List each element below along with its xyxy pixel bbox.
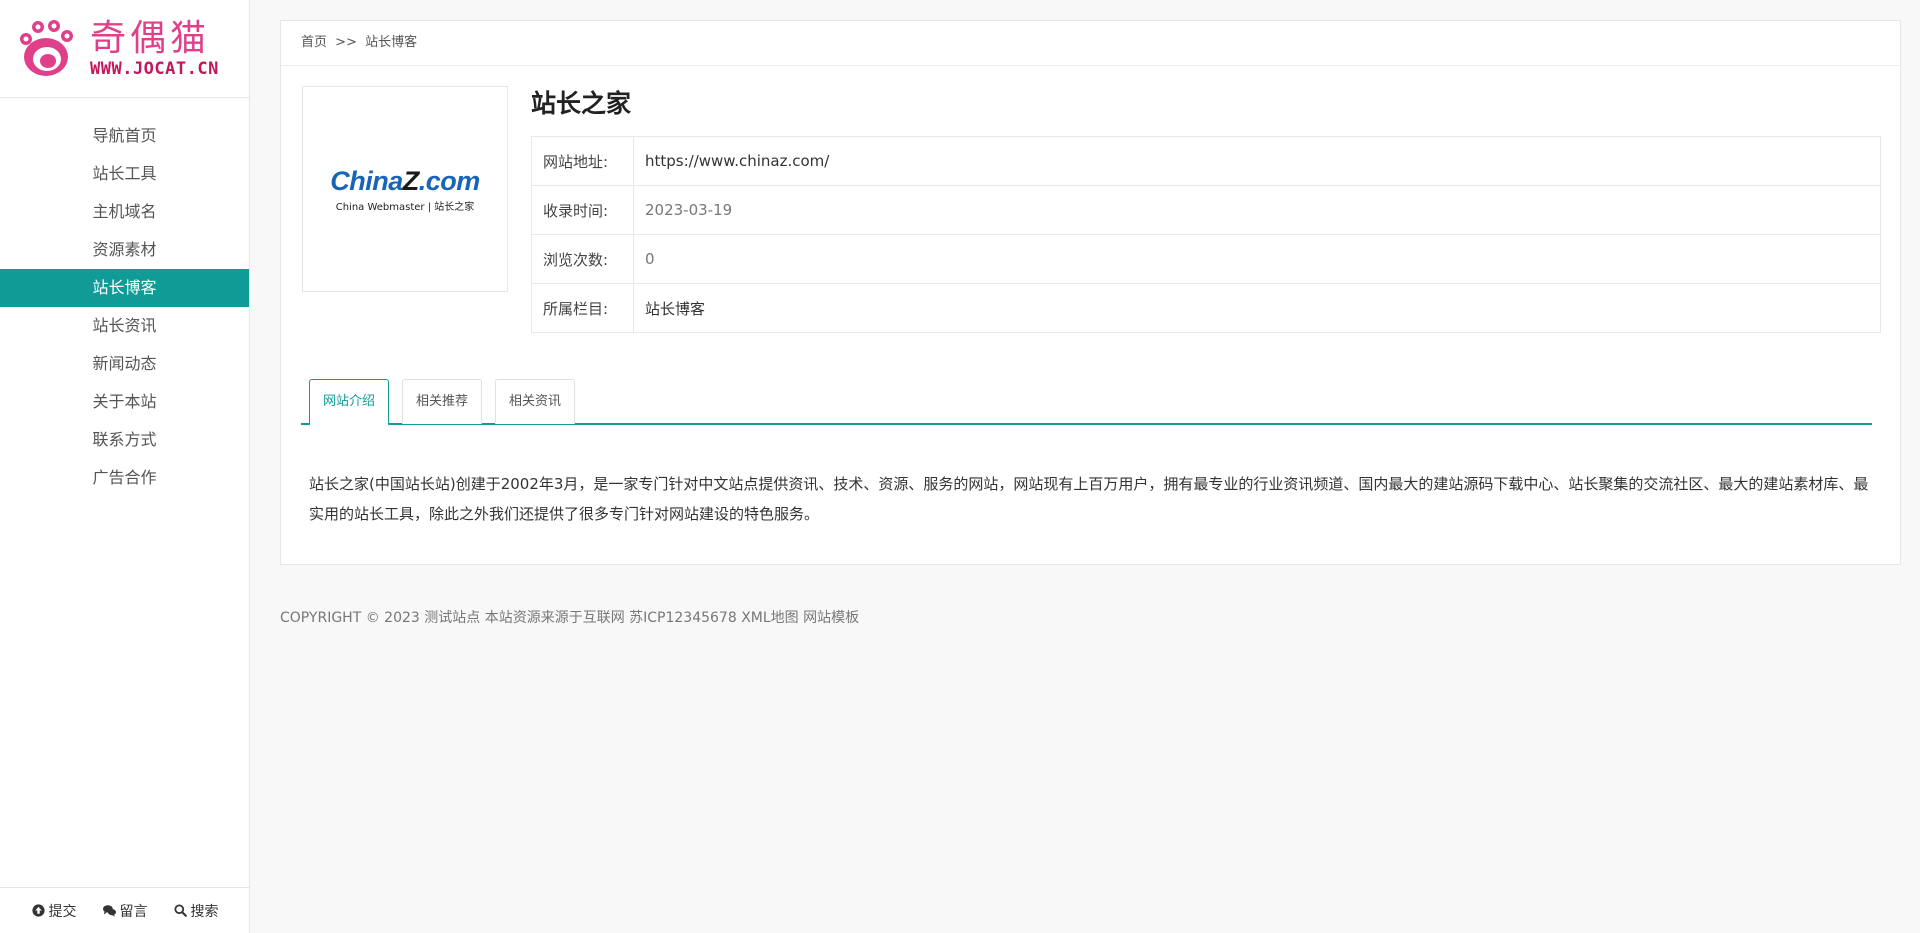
site-category-link[interactable]: 站长博客 (633, 283, 1881, 333)
breadcrumb-home[interactable]: 首页 (301, 35, 327, 50)
breadcrumb-separator: >> (335, 35, 357, 50)
nav-item-resources[interactable]: 资源素材 (0, 231, 249, 269)
nav-item-news[interactable]: 新闻动态 (0, 345, 249, 383)
arrow-up-circle-icon (31, 904, 45, 917)
site-url-link[interactable]: https://www.chinaz.com/ (633, 136, 1881, 186)
field-label-date: 收录时间: (531, 185, 634, 235)
chinaz-logo-com: .com (418, 165, 481, 196)
site-views-value: 0 (633, 234, 1881, 284)
site-date-value: 2023-03-19 (633, 185, 1881, 235)
site-title: 站长之家 (531, 89, 632, 118)
nav-item-ads[interactable]: 广告合作 (0, 459, 249, 497)
table-row: 所属栏目: 站长博客 (531, 283, 1881, 333)
tab-related-news[interactable]: 相关资讯 (495, 379, 575, 424)
site-logo[interactable]: 奇偶猫 WWW.JOCAT.CN (0, 0, 249, 98)
logo-url-text: WWW.JOCAT.CN (90, 58, 219, 79)
sidebar-footer: 提交 留言 搜索 (0, 887, 250, 933)
submit-button[interactable]: 提交 (31, 901, 77, 921)
sidebar: 奇偶猫 WWW.JOCAT.CN 导航首页 站长工具 主机域名 资源素材 站长博… (0, 0, 250, 933)
nav-item-tools[interactable]: 站长工具 (0, 155, 249, 193)
tab-site-intro[interactable]: 网站介绍 (309, 379, 389, 426)
site-detail-panel: 首页 >> 站长博客 ChinaZ.com China Webmaster | … (280, 20, 1901, 565)
breadcrumb: 首页 >> 站长博客 (281, 21, 1900, 66)
table-row: 收录时间: 2023-03-19 (531, 185, 1881, 235)
chinaz-logo-subtitle: China Webmaster | 站长之家 (335, 201, 475, 213)
detail-tabs: 网站介绍 相关推荐 相关资讯 (301, 379, 1872, 426)
table-row: 网站地址: https://www.chinaz.com/ (531, 136, 1881, 186)
site-description: 站长之家(中国站长站)创建于2002年3月，是一家专门针对中文站点提供资讯、技术… (309, 475, 1869, 523)
nav-item-home[interactable]: 导航首页 (0, 117, 249, 155)
paw-logo-icon (20, 19, 73, 76)
footer-copyright: COPYRIGHT © 2023 测试站点 本站资源来源于互联网 苏ICP123… (280, 610, 860, 626)
sidebar-nav: 导航首页 站长工具 主机域名 资源素材 站长博客 站长资讯 新闻动态 关于本站 … (0, 117, 249, 497)
logo-chinese-text: 奇偶猫 (90, 17, 211, 59)
search-icon (173, 904, 187, 917)
field-label-category: 所属栏目: (531, 283, 634, 333)
comments-icon (102, 905, 116, 917)
site-info-table: 网站地址: https://www.chinaz.com/ 收录时间: 2023… (531, 136, 1881, 333)
field-label-views: 浏览次数: (531, 234, 634, 284)
breadcrumb-current[interactable]: 站长博客 (365, 35, 417, 50)
chinaz-logo-z: Z (402, 165, 420, 196)
tab-related-recommend[interactable]: 相关推荐 (402, 379, 482, 424)
search-button[interactable]: 搜索 (173, 901, 219, 921)
submit-label: 提交 (48, 903, 77, 920)
nav-item-contact[interactable]: 联系方式 (0, 421, 249, 459)
message-label: 留言 (119, 903, 148, 920)
table-row: 浏览次数: 0 (531, 234, 1881, 284)
site-thumbnail[interactable]: ChinaZ.com China Webmaster | 站长之家 (302, 86, 508, 292)
search-label: 搜索 (190, 903, 219, 920)
nav-item-about[interactable]: 关于本站 (0, 383, 249, 421)
chinaz-logo: ChinaZ.com (330, 166, 480, 197)
chinaz-logo-china: China (330, 165, 403, 196)
field-label-url: 网站地址: (531, 136, 634, 186)
nav-item-blog[interactable]: 站长博客 (0, 269, 249, 307)
nav-item-news-info[interactable]: 站长资讯 (0, 307, 249, 345)
nav-item-hosting[interactable]: 主机域名 (0, 193, 249, 231)
message-button[interactable]: 留言 (102, 901, 148, 921)
